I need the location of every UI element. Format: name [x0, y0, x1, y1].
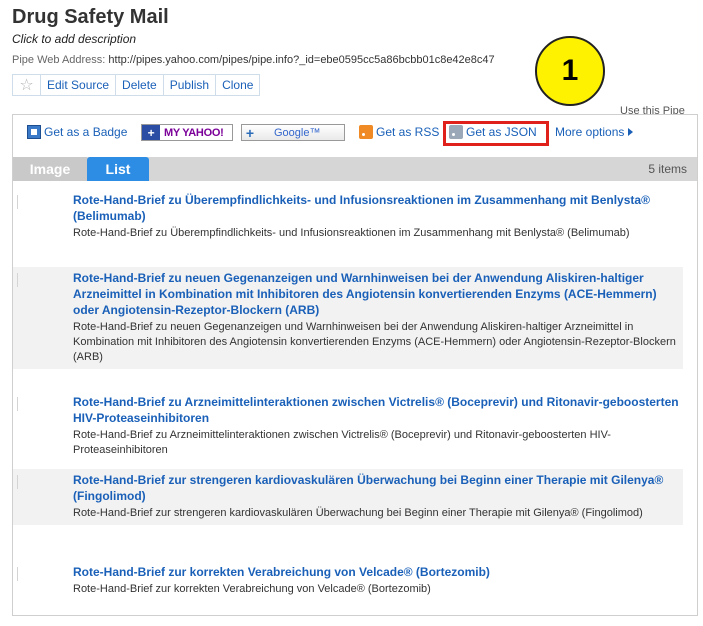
get-as-badge-label: Get as a Badge — [44, 125, 128, 139]
item-title-link[interactable]: Rote-Hand-Brief zur korrekten Verabreich… — [73, 564, 683, 580]
item-divider — [17, 195, 18, 209]
description-field[interactable]: Click to add description — [12, 32, 136, 46]
edit-source-button[interactable]: Edit Source — [41, 75, 117, 95]
item-divider — [17, 567, 18, 581]
add-to-myyahoo-button[interactable]: + MY YAHOO! — [141, 124, 233, 141]
web-address-label: Pipe Web Address: — [12, 54, 106, 66]
triangle-right-icon — [628, 128, 634, 136]
myyahoo-label: MY YAHOO! — [164, 126, 224, 139]
tab-list[interactable]: List — [87, 157, 149, 181]
list-item: Rote-Hand-Brief zu Arzneimittelinterakti… — [13, 391, 683, 462]
get-as-badge-link[interactable]: Get as a Badge — [27, 125, 127, 139]
delete-button[interactable]: Delete — [116, 75, 164, 95]
tab-image[interactable]: Image — [13, 157, 87, 181]
plus-icon: + — [142, 125, 160, 140]
view-tabs: Image List 5 items — [13, 157, 697, 181]
get-as-rss-link[interactable]: Get as RSS — [359, 125, 439, 139]
json-highlight-box — [443, 121, 549, 146]
item-divider — [17, 397, 18, 411]
item-description: Rote-Hand-Brief zur korrekten Verabreich… — [73, 583, 431, 595]
pipe-output-panel: Get as a Badge + MY YAHOO! + Google™ Get… — [12, 114, 698, 616]
list-item: Rote-Hand-Brief zu neuen Gegenanzeigen u… — [13, 267, 683, 369]
item-description: Rote-Hand-Brief zu Überempfindlichkeits-… — [73, 227, 630, 239]
get-options-bar: Get as a Badge + MY YAHOO! + Google™ Get… — [13, 121, 697, 147]
web-address: Pipe Web Address: http://pipes.yahoo.com… — [12, 54, 572, 66]
web-address-url: http://pipes.yahoo.com/pipes/pipe.info?_… — [108, 54, 495, 66]
item-description: Rote-Hand-Brief zur strengeren kardiovas… — [73, 507, 643, 519]
annotation-marker: 1 — [535, 36, 605, 106]
add-to-google-button[interactable]: + Google™ — [241, 124, 345, 141]
publish-button[interactable]: Publish — [164, 75, 217, 95]
item-count: 5 items — [648, 162, 687, 176]
item-description: Rote-Hand-Brief zu Arzneimittelinterakti… — [73, 429, 611, 456]
rss-icon — [359, 125, 373, 139]
item-description: Rote-Hand-Brief zu neuen Gegenanzeigen u… — [73, 321, 676, 363]
item-divider — [17, 475, 18, 489]
star-icon[interactable]: ☆ — [13, 75, 41, 95]
list-item: Rote-Hand-Brief zur strengeren kardiovas… — [13, 469, 683, 525]
more-options-link[interactable]: More options — [555, 125, 634, 139]
list-item: Rote-Hand-Brief zu Überempfindlichkeits-… — [13, 189, 683, 245]
item-title-link[interactable]: Rote-Hand-Brief zu Überempfindlichkeits-… — [73, 192, 683, 224]
clone-button[interactable]: Clone — [216, 75, 259, 95]
badge-icon — [27, 125, 41, 139]
more-options-label: More options — [555, 125, 625, 139]
action-toolbar: ☆ Edit Source Delete Publish Clone — [12, 74, 261, 96]
page-title: Drug Safety Mail — [12, 6, 169, 28]
get-as-rss-label: Get as RSS — [376, 125, 440, 139]
google-label: Google™ — [274, 126, 321, 139]
item-title-link[interactable]: Rote-Hand-Brief zur strengeren kardiovas… — [73, 472, 683, 504]
item-divider — [17, 273, 18, 287]
item-title-link[interactable]: Rote-Hand-Brief zu neuen Gegenanzeigen u… — [73, 270, 683, 318]
item-title-link[interactable]: Rote-Hand-Brief zu Arzneimittelinterakti… — [73, 394, 683, 426]
plus-icon: + — [245, 124, 255, 141]
list-item: Rote-Hand-Brief zur korrekten Verabreich… — [13, 561, 683, 601]
